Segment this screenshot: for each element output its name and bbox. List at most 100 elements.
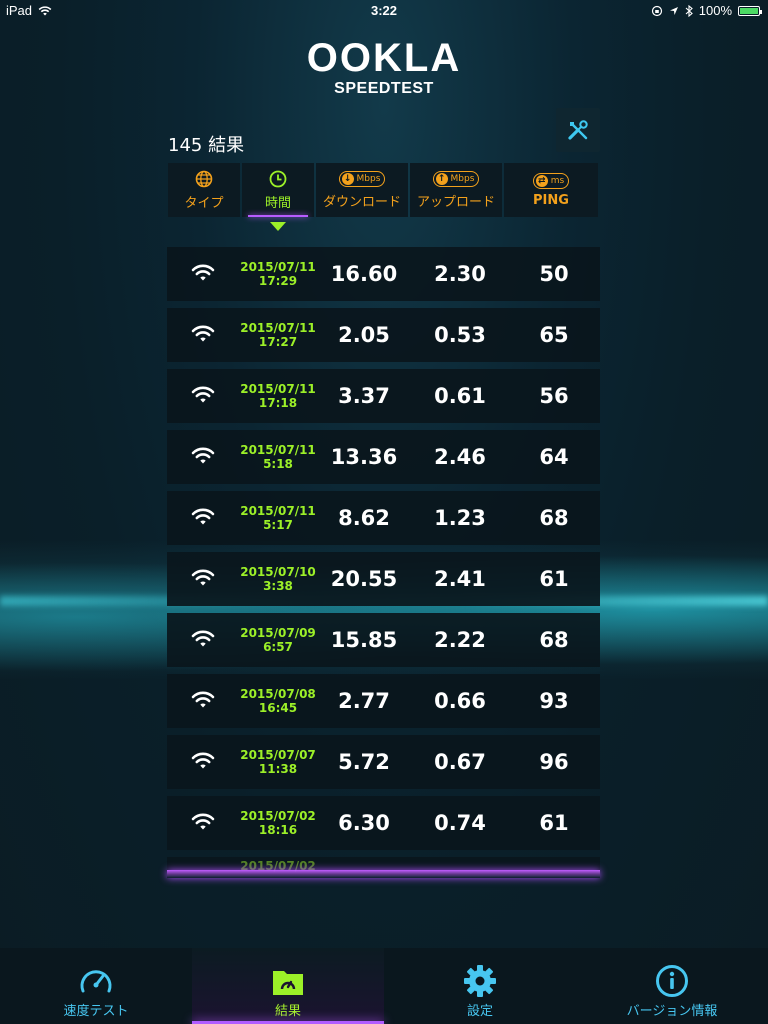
datetime-cell: 2015/07/08 16:45	[239, 674, 317, 728]
battery-fill	[740, 7, 758, 14]
result-row[interactable]: 2015/07/11 17:29 16.60 2.30 50	[167, 247, 600, 301]
column-headers: タイプ 時間 ↓ Mbps ダウンロード ↑ Mbps アップロード ⇄ ms …	[168, 163, 600, 217]
column-time-label: 時間	[264, 195, 291, 211]
sort-indicator-icon	[270, 222, 286, 231]
result-row[interactable]: 2015/07/08 16:45 2.77 0.66 93	[167, 674, 600, 728]
datetime-cell: 2015/07/10 3:38	[239, 552, 317, 606]
ping-value: 68	[539, 628, 569, 652]
upload-value: 0.66	[434, 689, 486, 713]
location-icon	[669, 6, 678, 15]
column-ping[interactable]: ⇄ ms PING	[504, 163, 598, 217]
result-row[interactable]: 2015/07/07 11:38 5.72 0.67 96	[167, 735, 600, 789]
tab-speed-test[interactable]: 速度テスト	[0, 948, 192, 1024]
upload-value: 0.67	[434, 750, 486, 774]
datetime-cell: 2015/07/11 17:18	[239, 369, 317, 423]
result-time: 16:45	[258, 701, 298, 715]
tools-button[interactable]	[556, 108, 600, 152]
upload-unit-pill: ↑ Mbps	[432, 170, 480, 187]
download-value: 13.36	[330, 445, 398, 469]
result-row[interactable]: 2015/07/02 18:16 6.30 0.74 61	[167, 796, 600, 850]
tab-results[interactable]: 結果	[192, 948, 384, 1024]
clock-icon	[269, 170, 287, 187]
result-time: 17:29	[258, 274, 298, 288]
column-ping-label: PING	[533, 192, 569, 208]
ping-value: 93	[539, 689, 569, 713]
battery-percent: 100%	[698, 3, 732, 18]
result-date: 2015/07/11	[240, 443, 316, 457]
datetime-cell: 2015/07/09 6:57	[239, 613, 317, 667]
download-value: 5.72	[338, 750, 390, 774]
download-value: 3.37	[338, 384, 390, 408]
result-time: 18:16	[258, 823, 298, 837]
result-date: 2015/07/11	[240, 321, 316, 335]
result-time: 11:38	[258, 762, 298, 776]
connection-type-cell	[167, 796, 239, 850]
tab-results-label: 結果	[274, 1004, 301, 1019]
tab-about-label: バージョン情報	[626, 1004, 718, 1019]
status-bar: iPad 3:22 100%	[0, 0, 768, 20]
result-row[interactable]: 2015/07/11 5:18 13.36 2.46 64	[167, 430, 600, 484]
tab-about[interactable]: バージョン情報	[576, 948, 768, 1024]
datetime-cell: 2015/07/11 5:17	[239, 491, 317, 545]
download-value: 2.77	[338, 689, 390, 713]
datetime-cell: 2015/07/11 17:29	[239, 247, 317, 301]
connection-type-cell	[167, 430, 239, 484]
ping-unit-pill: ⇄ ms	[532, 172, 570, 189]
result-date: 2015/07/11	[240, 382, 316, 396]
download-value: 20.55	[330, 567, 398, 591]
result-row[interactable]: 2015/07/10 3:38 20.55 2.41 61	[167, 552, 600, 606]
bluetooth-icon	[685, 4, 693, 17]
column-type-label: タイプ	[184, 195, 224, 211]
result-row[interactable]: 2015/07/11 17:18 3.37 0.61 56	[167, 369, 600, 423]
datetime-cell: 2015/07/11 17:27	[239, 308, 317, 362]
column-type[interactable]: タイプ	[168, 163, 240, 217]
upload-unit: Mbps	[450, 173, 475, 184]
wifi-icon	[190, 445, 216, 469]
result-row[interactable]: 2015/07/11 5:17 8.62 1.23 68	[167, 491, 600, 545]
tab-speed-test-label: 速度テスト	[63, 1004, 129, 1019]
upload-value: 2.41	[434, 567, 486, 591]
result-date: 2015/07/11	[240, 260, 316, 274]
connection-type-cell	[167, 613, 239, 667]
download-value: 15.85	[330, 628, 398, 652]
ping-value: 68	[539, 506, 569, 530]
tab-settings[interactable]: 設定	[384, 948, 576, 1024]
wifi-icon	[190, 506, 216, 530]
column-download[interactable]: ↓ Mbps ダウンロード	[316, 163, 408, 217]
app-logo: OOKLA SPEEDTEST	[0, 38, 768, 98]
ping-value: 61	[539, 567, 569, 591]
connection-type-cell	[167, 674, 239, 728]
result-row[interactable]: 2015/07/09 6:57 15.85 2.22 68	[167, 613, 600, 667]
tab-settings-label: 設定	[466, 1004, 493, 1019]
column-upload[interactable]: ↑ Mbps アップロード	[410, 163, 502, 217]
connection-type-cell	[167, 735, 239, 789]
connection-type-cell	[167, 552, 239, 606]
result-date: 2015/07/08	[240, 687, 316, 701]
upload-value: 2.30	[434, 262, 486, 286]
info-icon	[656, 965, 688, 997]
result-date: 2015/07/07	[240, 748, 316, 762]
result-time: 17:18	[258, 396, 298, 410]
result-date: 2015/07/09	[240, 626, 316, 640]
wifi-icon	[190, 384, 216, 408]
download-value: 2.05	[338, 323, 390, 347]
list-bottom-glow	[167, 870, 600, 878]
wifi-icon	[190, 323, 216, 347]
upload-value: 0.74	[434, 811, 486, 835]
upload-value: 0.53	[434, 323, 486, 347]
datetime-cell: 2015/07/07 11:38	[239, 735, 317, 789]
result-row[interactable]: 2015/07/11 17:27 2.05 0.53 65	[167, 308, 600, 362]
column-time[interactable]: 時間	[242, 163, 314, 217]
ping-value: 96	[539, 750, 569, 774]
wifi-icon	[190, 750, 216, 774]
download-unit-pill: ↓ Mbps	[338, 170, 386, 187]
wifi-icon	[190, 262, 216, 286]
results-count: 145 結果	[168, 135, 245, 156]
result-time: 5:18	[263, 457, 293, 471]
download-unit: Mbps	[356, 173, 381, 184]
globe-icon	[195, 170, 213, 187]
upload-icon: ↑	[435, 172, 448, 185]
status-bar-right: 100%	[651, 3, 762, 18]
ping-value: 50	[539, 262, 569, 286]
results-list[interactable]: 2015/07/11 17:29 16.60 2.30 50 2015/07/11 17:2…	[167, 247, 600, 882]
